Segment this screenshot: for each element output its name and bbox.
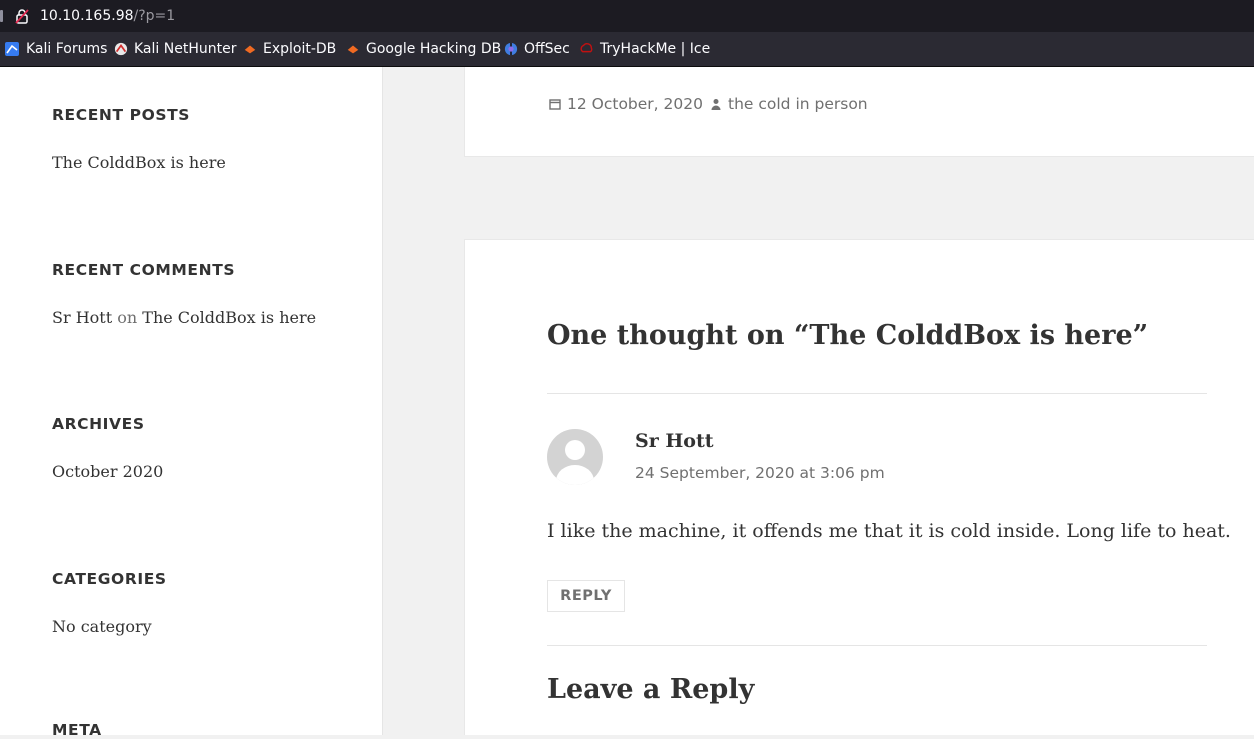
insecure-lock-icon[interactable] [14, 8, 30, 24]
comment-author: Sr Hott [635, 430, 714, 452]
bookmark-exploit-db[interactable]: Exploit-DB [243, 32, 336, 66]
recent-comments-title: RECENT COMMENTS [52, 261, 236, 279]
recent-comment-on: on [117, 308, 138, 327]
ghdb-icon [347, 45, 359, 54]
kali-icon [5, 42, 19, 56]
divider [547, 393, 1207, 394]
nethunter-icon [114, 42, 128, 56]
archives-title: ARCHIVES [52, 415, 145, 433]
exploit-db-icon [244, 45, 256, 54]
bookmark-kali-forums[interactable]: Kali Forums [4, 32, 107, 66]
recent-comment-author[interactable]: Sr Hott [52, 308, 112, 327]
comments-card: One thought on “The ColddBox is here” Sr… [464, 239, 1254, 735]
leave-reply-title: Leave a Reply [547, 674, 755, 705]
avatar-icon [547, 429, 603, 485]
bookmark-google-hacking-db[interactable]: Google Hacking DB [346, 32, 501, 66]
categories-title: CATEGORIES [52, 570, 167, 588]
toolbar-edge [0, 10, 3, 22]
meta-title: META [52, 721, 102, 739]
bookmark-label: Kali Forums [26, 41, 108, 57]
offsec-icon [504, 42, 518, 56]
url-text[interactable]: 10.10.165.98/?p=1 [40, 7, 175, 25]
bookmark-label: Exploit-DB [263, 41, 337, 57]
archive-link[interactable]: October 2020 [52, 462, 163, 481]
post-footer-card: 12 October, 2020 the cold in person [464, 67, 1254, 157]
post-date-text: 12 October, 2020 [567, 95, 703, 113]
user-icon [711, 99, 721, 110]
divider [547, 645, 1207, 646]
post-date[interactable]: 12 October, 2020 [549, 95, 703, 113]
recent-posts-title: RECENT POSTS [52, 106, 191, 124]
bookmark-label: OffSec [524, 41, 570, 57]
bookmark-tryhackme[interactable]: TryHackMe | Ice [580, 32, 710, 66]
recent-comment-item: Sr Hott on The ColddBox is here [52, 308, 316, 327]
comment-date-link[interactable]: 24 September, 2020 at 3:06 pm [635, 464, 885, 482]
url-host: 10.10.165.98 [40, 8, 134, 24]
calendar-icon [549, 99, 561, 110]
recent-post-link[interactable]: The ColddBox is here [52, 153, 226, 172]
post-author[interactable]: the cold in person [710, 95, 868, 113]
url-path: /?p=1 [133, 8, 176, 24]
url-bar[interactable]: 10.10.165.98/?p=1 [0, 0, 1254, 32]
reply-button[interactable]: REPLY [547, 580, 625, 612]
bookmark-label: Kali NetHunter [134, 41, 237, 57]
sidebar: RECENT POSTS The ColddBox is here RECENT… [0, 67, 383, 739]
bookmarks-toolbar: Kali Forums Kali NetHunter Exploit-DB Go… [0, 32, 1254, 67]
recent-comment-post-link[interactable]: The ColddBox is here [142, 308, 316, 327]
bookmark-label: Google Hacking DB [366, 41, 502, 57]
post-author-text: the cold in person [728, 95, 868, 113]
tryhackme-icon [580, 43, 593, 53]
bookmark-offsec[interactable]: OffSec [504, 32, 570, 66]
comments-title: One thought on “The ColddBox is here” [547, 320, 1149, 351]
bookmark-label: TryHackMe | Ice [600, 41, 711, 57]
bookmark-kali-nethunter[interactable]: Kali NetHunter [114, 32, 236, 66]
category-link[interactable]: No category [52, 617, 152, 636]
comment-text: I like the machine, it offends me that i… [547, 520, 1231, 542]
